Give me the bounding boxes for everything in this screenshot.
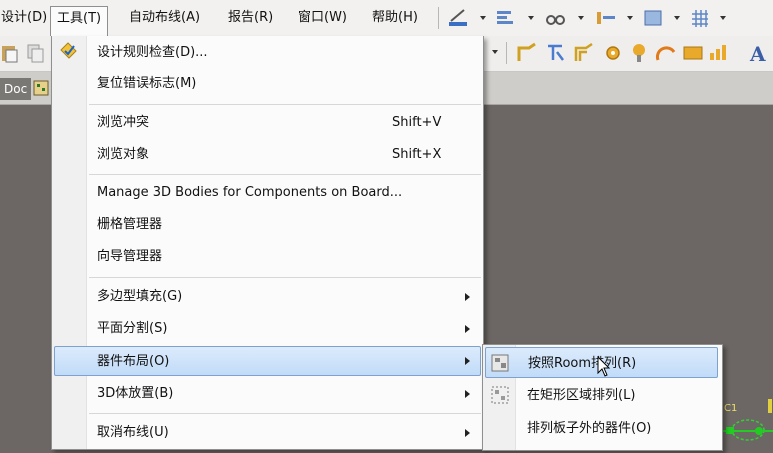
menu-tools[interactable]: 工具(T) bbox=[50, 6, 109, 37]
menu-item-design-rule-check[interactable]: 设计规则检查(D)... bbox=[54, 38, 481, 68]
toolbar-separator bbox=[438, 7, 439, 29]
svg-text:A: A bbox=[749, 42, 766, 65]
arrange-room-icon bbox=[491, 354, 509, 372]
place-line-icon[interactable] bbox=[448, 8, 470, 28]
chevron-down-icon[interactable] bbox=[528, 16, 534, 20]
submenu-arrow-icon bbox=[465, 357, 470, 365]
grid-icon[interactable] bbox=[690, 8, 712, 28]
arrange-rectangle-icon bbox=[491, 386, 509, 404]
menu-item-3d-body-placement[interactable]: 3D体放置(B) bbox=[54, 379, 481, 409]
find-icon[interactable] bbox=[545, 8, 567, 28]
submenu-arrow-icon bbox=[465, 293, 470, 301]
menu-item-grid-manager[interactable]: 栅格管理器 bbox=[54, 210, 481, 240]
polygon-icon[interactable] bbox=[708, 43, 730, 63]
pad-icon[interactable] bbox=[603, 43, 623, 63]
component-designator: C1 bbox=[724, 403, 737, 414]
menu-separator bbox=[89, 277, 481, 278]
room-icon[interactable] bbox=[643, 8, 665, 28]
chevron-down-icon[interactable] bbox=[480, 16, 486, 20]
pcb-component-c1[interactable]: C1 bbox=[722, 395, 773, 449]
chevron-down-icon[interactable] bbox=[578, 16, 584, 20]
fill-icon[interactable] bbox=[682, 43, 704, 63]
menu-item-component-placement[interactable]: 器件布局(O) bbox=[54, 346, 481, 376]
via-icon[interactable] bbox=[628, 42, 650, 64]
menu-design[interactable]: 设计(D) bbox=[0, 6, 53, 30]
menu-item-manage-3d-bodies[interactable]: Manage 3D Bodies for Components on Board… bbox=[54, 178, 481, 208]
chevron-down-icon[interactable] bbox=[627, 16, 633, 20]
multi-route-icon[interactable] bbox=[573, 42, 595, 64]
chevron-down-icon[interactable] bbox=[674, 16, 680, 20]
menu-item-browse-objects[interactable]: 浏览对象 Shift+X bbox=[54, 140, 481, 170]
arc-icon[interactable] bbox=[655, 42, 677, 64]
toolbar-separator bbox=[506, 42, 507, 64]
pcb-doc-icon bbox=[33, 80, 49, 96]
doc-tab-label: Doc bbox=[4, 82, 28, 96]
menu-item-guide-manager[interactable]: 向导管理器 bbox=[54, 242, 481, 272]
menu-item-split-planes[interactable]: 平面分割(S) bbox=[54, 314, 481, 344]
menu-separator bbox=[89, 104, 481, 105]
menu-bar: 设计(D) 工具(T) 自动布线(A) 报告(R) 窗口(W) 帮助(H) bbox=[0, 0, 773, 37]
menu-separator bbox=[89, 413, 481, 414]
align-icon[interactable] bbox=[495, 8, 517, 28]
submenu-arrow-icon bbox=[465, 390, 470, 398]
mouse-cursor-icon bbox=[597, 356, 611, 377]
menu-autoroute[interactable]: 自动布线(A) bbox=[123, 6, 206, 30]
paste-icon[interactable] bbox=[0, 43, 20, 63]
submenu-arrow-icon bbox=[465, 325, 470, 333]
differential-route-icon[interactable] bbox=[545, 42, 567, 64]
chevron-down-icon[interactable] bbox=[720, 16, 726, 20]
menu-item-arrange-outside-board[interactable]: 排列板子外的器件(O) bbox=[485, 413, 718, 444]
menu-item-arrange-within-rectangle[interactable]: 在矩形区域排列(L) bbox=[485, 380, 718, 411]
submenu-arrow-icon bbox=[465, 429, 470, 437]
string-icon[interactable]: A bbox=[748, 41, 772, 65]
menu-help[interactable]: 帮助(H) bbox=[366, 6, 424, 30]
menu-window[interactable]: 窗口(W) bbox=[292, 6, 353, 30]
menu-item-reset-error-markers[interactable]: 复位错误标志(M) bbox=[54, 69, 481, 99]
chevron-down-icon[interactable] bbox=[492, 50, 498, 54]
distribute-icon[interactable] bbox=[595, 8, 617, 28]
menu-item-unroute[interactable]: 取消布线(U) bbox=[54, 418, 481, 448]
copy-icon[interactable] bbox=[26, 43, 46, 63]
menu-item-polygon-pour[interactable]: 多边型填充(G) bbox=[54, 282, 481, 312]
menu-separator bbox=[89, 174, 481, 175]
interactive-route-icon[interactable] bbox=[516, 42, 538, 64]
doc-tab[interactable]: Doc bbox=[0, 78, 32, 100]
menu-item-browse-violations[interactable]: 浏览冲突 Shift+V bbox=[54, 108, 481, 138]
menu-reports[interactable]: 报告(R) bbox=[222, 6, 279, 30]
tools-menu: 设计规则检查(D)... 复位错误标志(M) 浏览冲突 Shift+V 浏览对象… bbox=[51, 36, 484, 450]
